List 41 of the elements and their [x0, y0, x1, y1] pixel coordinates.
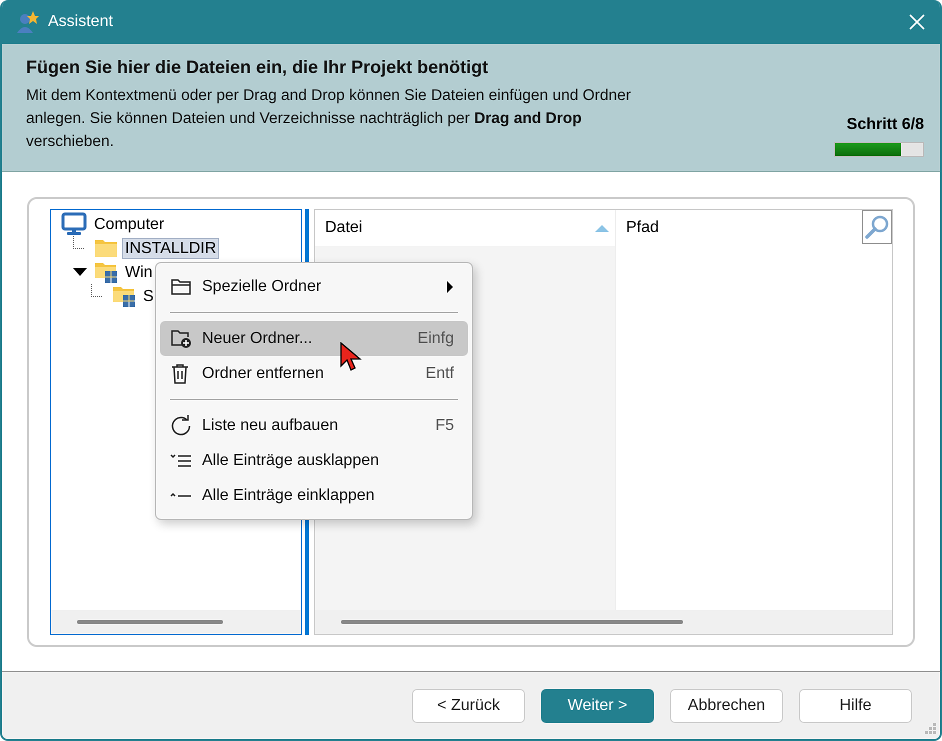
- tree-connector: [73, 236, 85, 249]
- tree-item[interactable]: INSTALLDIR: [122, 238, 220, 258]
- horizontal-scrollbar[interactable]: [51, 610, 301, 634]
- folder-plus-icon: [170, 328, 192, 348]
- resize-grip-icon[interactable]: [924, 723, 936, 735]
- shortcut-label: Einfg: [418, 330, 454, 348]
- trash-icon: [170, 362, 190, 384]
- mouse-pointer-icon: [340, 342, 364, 372]
- menu-item[interactable]: Neuer Ordner... Einfg: [160, 321, 468, 356]
- tree-item[interactable]: S: [140, 286, 157, 306]
- collapse-triangle-icon[interactable]: [73, 268, 87, 276]
- shortcut-label: Entf: [426, 364, 454, 382]
- expand-list-icon: [170, 452, 192, 468]
- windows-folder-icon: [112, 285, 136, 307]
- folder-icon: [170, 278, 192, 296]
- refresh-icon: [170, 414, 192, 436]
- dialog-button[interactable]: Hilfe: [799, 688, 912, 722]
- menu-item[interactable]: Spezielle Ordner: [160, 269, 468, 304]
- tree-item[interactable]: Win: [122, 262, 156, 282]
- dialog-button[interactable]: Weiter >: [541, 688, 654, 722]
- close-icon[interactable]: [908, 13, 926, 31]
- page-heading: Fügen Sie hier die Dateien ein, die Ihr Projekt benötigt: [26, 57, 490, 78]
- folder-icon: [94, 238, 118, 258]
- step-label: Schritt 6/8: [846, 116, 924, 134]
- menu-item[interactable]: Liste neu aufbauen F5: [160, 408, 468, 443]
- windows-folder-icon: [94, 261, 118, 283]
- wizard-icon: [16, 10, 40, 34]
- menu-item[interactable]: Alle Einträge ausklappen: [160, 443, 468, 478]
- menu-item[interactable]: Alle Einträge einklappen: [160, 478, 468, 513]
- shortcut-label: F5: [435, 416, 454, 434]
- page-description: Mit dem Kontextmenü oder per Drag and Drop können Sie Dateien einfügen und Ordner anlegen. Sie können Dateien und Verzeichnisse nachträglich per Drag and Drop verschieben.: [26, 86, 632, 152]
- dialog-button[interactable]: < Zurück: [412, 688, 525, 722]
- window-title: Assistent: [48, 13, 113, 31]
- tree-item[interactable]: Computer: [91, 214, 168, 234]
- computer-icon: [61, 212, 87, 236]
- menu-item[interactable]: Ordner entfernen Entf: [160, 356, 468, 391]
- sort-ascending-icon: [595, 224, 609, 232]
- search-button[interactable]: [862, 210, 892, 244]
- tree-connector: [91, 284, 103, 297]
- horizontal-scrollbar[interactable]: [315, 610, 892, 634]
- dialog-button[interactable]: Abbrechen: [670, 688, 783, 722]
